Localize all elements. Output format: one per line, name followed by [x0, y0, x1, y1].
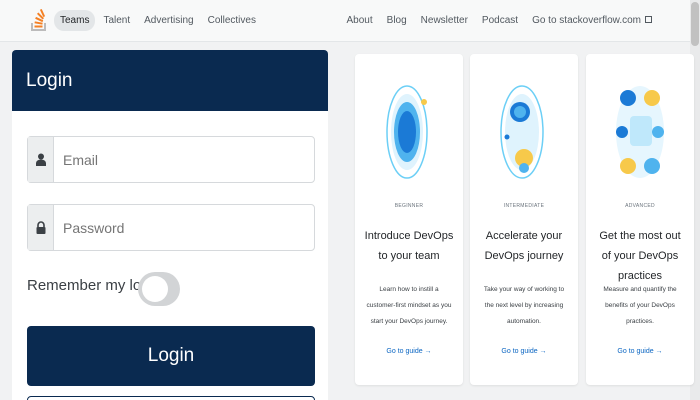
secondary-button[interactable] [27, 396, 315, 400]
guide-level: ADVANCED [625, 203, 655, 209]
email-input[interactable] [54, 137, 314, 182]
nav-collectives[interactable]: Collectives [202, 10, 262, 31]
guide-title: Accelerate your DevOps journey [484, 230, 564, 262]
guide-card-intermediate: INTERMEDIATE Accelerate your DevOps jour… [470, 54, 578, 385]
scrollbar-thumb[interactable] [691, 2, 699, 46]
guide-description: Take your way of working to the next lev… [483, 286, 565, 325]
nav-newsletter[interactable]: Newsletter [415, 10, 474, 31]
guide-link[interactable]: Go to guide → [470, 348, 578, 355]
top-navigation: Teams Talent Advertising Collectives Abo… [0, 0, 700, 42]
intermediate-illustration-icon [500, 85, 544, 179]
external-link-icon [645, 16, 652, 23]
email-field [27, 136, 315, 183]
nav-teams[interactable]: Teams [54, 10, 96, 31]
nav-stackoverflow-link[interactable]: Go to stackoverflow.com [526, 10, 658, 31]
primary-nav: Teams Talent Advertising Collectives [54, 10, 262, 31]
email-addon [28, 137, 54, 182]
guide-card-beginner: BEGINNER Introduce DevOps to your team L… [355, 54, 463, 385]
password-field [27, 204, 315, 251]
nav-blog[interactable]: Blog [381, 10, 413, 31]
user-icon [35, 153, 46, 166]
password-input[interactable] [54, 205, 314, 250]
guide-level: INTERMEDIATE [503, 203, 545, 209]
secondary-nav: About Blog Newsletter Podcast Go to stac… [341, 10, 658, 31]
guide-description: Measure and quantify the benefits of you… [603, 286, 677, 325]
guide-title: Introduce DevOps to your team [364, 230, 454, 262]
nav-advertising[interactable]: Advertising [138, 10, 199, 31]
login-button[interactable]: Login [27, 326, 315, 386]
nav-talent[interactable]: Talent [97, 10, 136, 31]
nav-podcast[interactable]: Podcast [476, 10, 524, 31]
nav-stackoverflow-label: Go to stackoverflow.com [532, 15, 641, 26]
lock-icon [36, 221, 45, 234]
password-addon [28, 205, 54, 250]
nav-about[interactable]: About [341, 10, 379, 31]
guide-link[interactable]: Go to guide → [586, 348, 694, 355]
guide-title: Get the most out of your DevOps practice… [599, 230, 681, 282]
stackoverflow-logo-icon[interactable] [30, 8, 48, 32]
login-title: Login [12, 50, 328, 111]
guide-card-advanced: ADVANCED Get the most out of your DevOps… [586, 54, 694, 385]
login-panel: Login Remember my login Login [12, 50, 328, 400]
advanced-illustration-icon [616, 86, 664, 178]
guide-description: Learn how to instill a customer-first mi… [366, 286, 452, 325]
guide-level: BEGINNER [394, 203, 424, 209]
guide-link[interactable]: Go to guide → [355, 348, 463, 355]
toggle-knob [142, 276, 168, 302]
remember-toggle[interactable] [138, 272, 180, 306]
beginner-illustration-icon [386, 85, 428, 179]
